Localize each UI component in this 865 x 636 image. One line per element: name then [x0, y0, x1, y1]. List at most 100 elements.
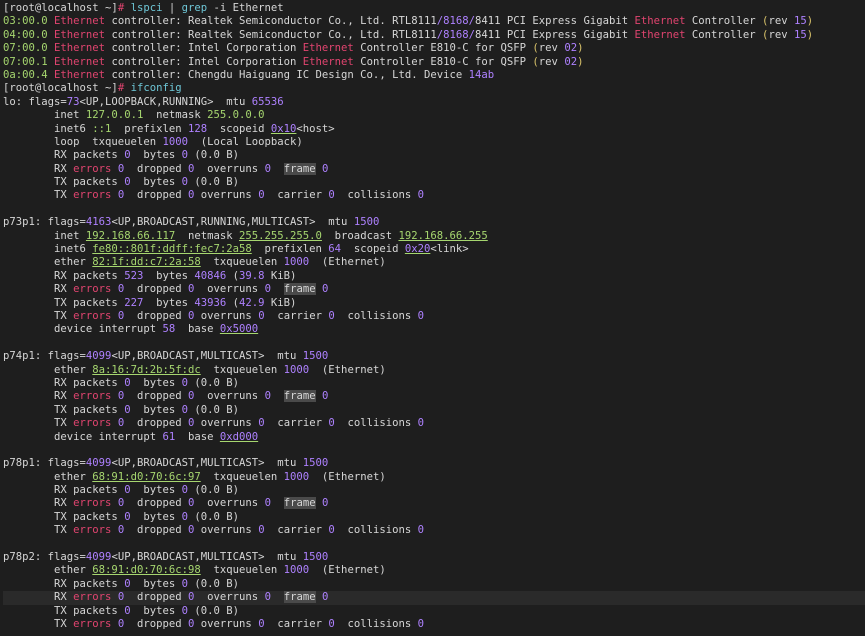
terminal-text: inet6: [3, 122, 93, 135]
terminal-text: lo: flags=: [3, 95, 67, 108]
terminal-text: carrier: [264, 524, 329, 537]
terminal-text: errors: [73, 309, 112, 322]
terminal-text: RX: [3, 390, 74, 403]
terminal-text: RX packets: [3, 376, 125, 389]
terminal-text: dropped: [124, 162, 189, 175]
terminal-text: scopeid: [207, 122, 271, 135]
terminal-text: overruns: [194, 524, 259, 537]
terminal-text: 227: [124, 296, 144, 309]
terminal-text: dropped: [124, 417, 189, 430]
terminal-text: 14ab: [468, 68, 495, 81]
terminal-text: frame: [283, 497, 316, 510]
terminal-text: overruns: [194, 283, 265, 296]
terminal-text: Ethernet: [54, 55, 106, 68]
terminal-text: (0.0 B): [188, 376, 240, 389]
terminal-text: (0.0 B): [188, 403, 240, 416]
terminal-text: ): [806, 15, 814, 28]
terminal-text: base: [175, 430, 220, 443]
terminal-text: (Ethernet): [309, 256, 386, 269]
terminal-text: <host>: [296, 122, 335, 135]
terminal-line: ether 8a:16:7d:2b:5f:dc txqueuelen 1000 …: [3, 364, 865, 377]
terminal-text: 65536: [251, 95, 284, 108]
terminal-line: TX errors 0 dropped 0 overruns 0 carrier…: [3, 310, 865, 323]
terminal-text: <UP,LOOPBACK,RUNNING> mtu: [79, 95, 252, 108]
terminal-text: 0: [322, 497, 329, 510]
terminal-text: controller: Realtek Semiconductor Co., L…: [105, 28, 437, 41]
terminal-text: Ethernet: [54, 28, 106, 41]
terminal-text: [root@localhost ~]: [3, 82, 118, 95]
terminal-line: TX packets 0 bytes 0 (0.0 B): [3, 176, 865, 189]
terminal-text: base: [175, 323, 220, 336]
terminal-text: TX packets: [3, 296, 125, 309]
terminal-text: KiB): [264, 296, 297, 309]
terminal-text: dropped: [124, 283, 189, 296]
terminal-text: 39.8: [239, 269, 265, 282]
terminal-text: netmask: [175, 229, 239, 242]
terminal-line: device interrupt 58 base 0x5000: [3, 323, 865, 336]
terminal-line: p74p1: flags=4099<UP,BROADCAST,MULTICAST…: [3, 350, 865, 363]
terminal-text: ::1: [92, 122, 112, 135]
terminal-text: KiB): [264, 269, 297, 282]
terminal-text: dropped: [124, 309, 189, 322]
terminal-text: p74p1: flags=: [3, 350, 86, 363]
terminal-text: 0x20: [404, 243, 431, 256]
terminal-line: RX errors 0 dropped 0 overruns 0 frame 0: [3, 162, 865, 176]
terminal-text: 0: [417, 524, 425, 537]
terminal-text: 15: [793, 28, 807, 41]
terminal-text: 82:1f:dd:c7:2a:58: [92, 256, 201, 269]
terminal-text: 64: [328, 243, 342, 256]
terminal-text: 73: [66, 95, 80, 108]
terminal-text: collisions: [334, 189, 418, 202]
terminal-text: Ethernet: [634, 28, 686, 41]
terminal-text: rev: [538, 42, 565, 55]
terminal-text: 03:00.0: [3, 15, 55, 28]
terminal-text: 04:00.0: [3, 28, 55, 41]
terminal-text: 07:00.0: [3, 42, 55, 55]
terminal-text: 523: [124, 269, 144, 282]
terminal-text: (0.0 B): [188, 484, 240, 497]
terminal-line: p78p2: flags=4099<UP,BROADCAST,MULTICAST…: [3, 551, 865, 564]
terminal-text: 4099: [85, 350, 112, 363]
terminal-text: ether: [3, 363, 93, 376]
terminal-text: Controller: [685, 15, 763, 28]
terminal-text: <UP,BROADCAST,MULTICAST> mtu: [111, 551, 303, 564]
terminal-text: frame: [283, 591, 316, 604]
terminal-text: p73p1: flags=: [3, 216, 86, 229]
terminal-line: RX packets 0 bytes 0 (0.0 B): [3, 484, 865, 497]
terminal-line: inet6 ::1 prefixlen 128 scopeid 0x10<hos…: [3, 123, 865, 136]
terminal-text: ether: [3, 470, 93, 483]
terminal-text: frame: [283, 162, 316, 175]
terminal-text: TX packets: [3, 403, 125, 416]
terminal-text: netmask: [143, 109, 208, 122]
terminal-line: TX errors 0 dropped 0 overruns 0 carrier…: [3, 417, 865, 430]
terminal-text: 1000: [283, 470, 310, 483]
terminal-text: (Ethernet): [309, 470, 386, 483]
terminal-text: 0: [322, 283, 329, 296]
terminal-text: frame: [283, 390, 316, 403]
terminal-text: carrier: [264, 309, 329, 322]
terminal-text: fe80::801f:ddff:fec7:2a58: [92, 243, 252, 256]
terminal-text: dropped: [124, 390, 189, 403]
terminal-text: 1500: [353, 216, 380, 229]
terminal-text: TX: [3, 524, 74, 537]
terminal-text: inet: [3, 229, 86, 242]
terminal-text: bytes: [130, 604, 182, 617]
terminal-text: TX: [3, 417, 74, 430]
terminal-text: RX: [3, 283, 74, 296]
terminal-text: errors: [73, 591, 112, 604]
terminal-text: 61: [162, 430, 176, 443]
terminal-window[interactable]: [root@localhost ~]# lspci | grep -i Ethe…: [0, 0, 865, 636]
terminal-text: ether: [3, 256, 93, 269]
terminal-text: (0.0 B): [188, 604, 240, 617]
terminal-text: 1500: [302, 457, 329, 470]
terminal-text: controller: Intel Corporation: [105, 42, 303, 55]
terminal-line: TX errors 0 dropped 0 overruns 0 carrier…: [3, 618, 865, 631]
terminal-text: 58: [162, 323, 176, 336]
terminal-line: 0a:00.4 Ethernet controller: Chengdu Hai…: [3, 69, 865, 82]
terminal-text: overruns: [194, 309, 259, 322]
terminal-text: overruns: [194, 497, 265, 510]
